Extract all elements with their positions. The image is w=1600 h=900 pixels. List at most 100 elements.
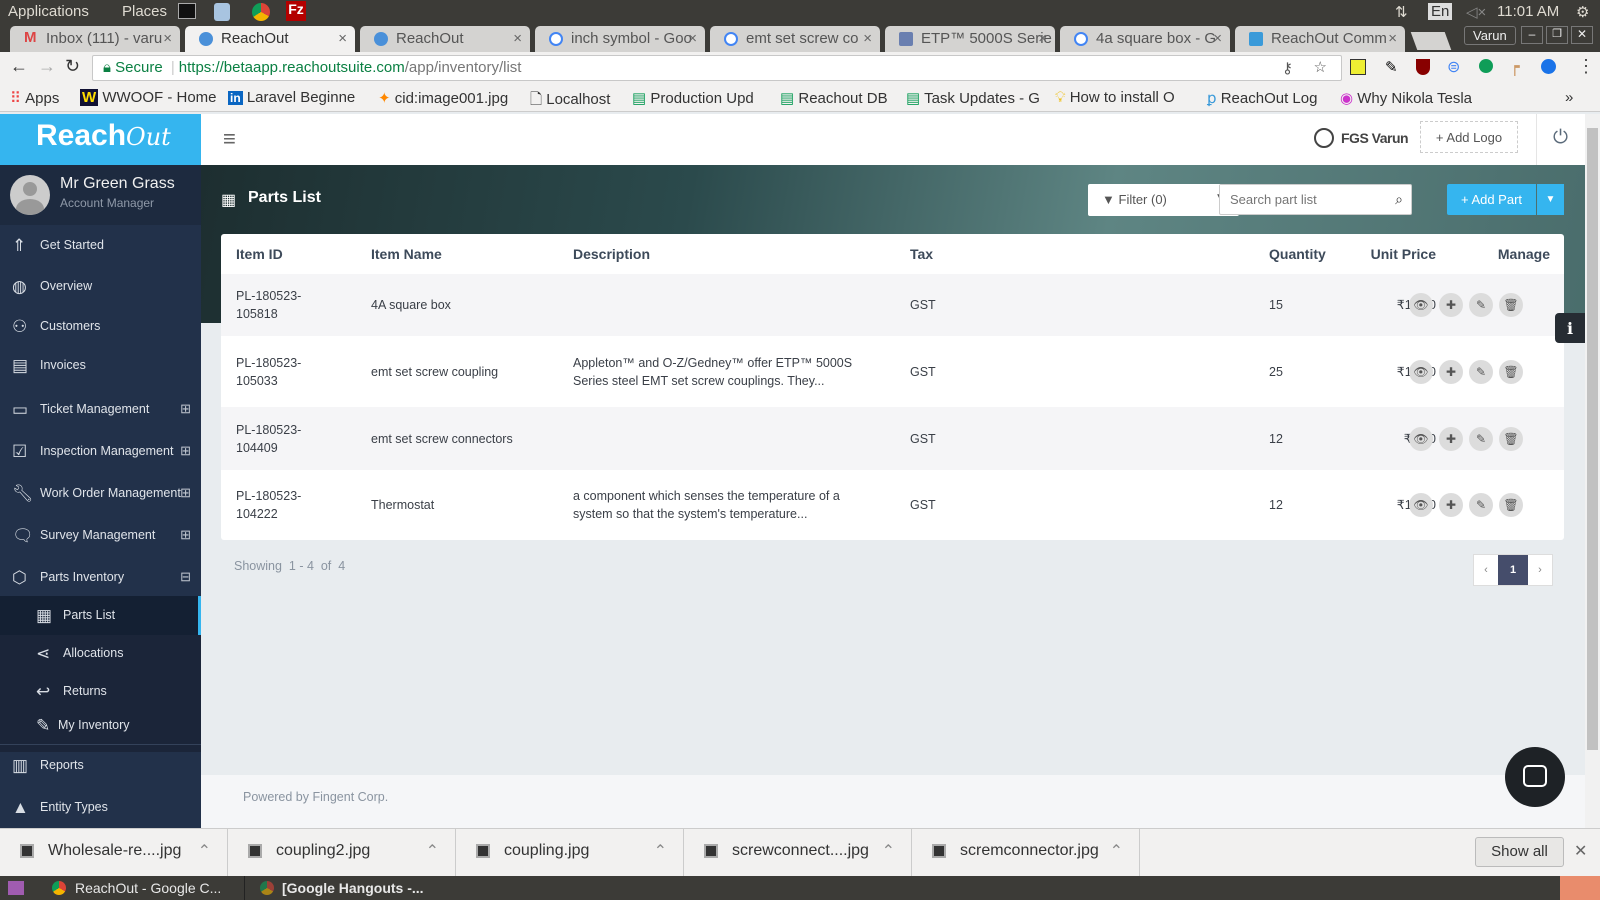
- add-logo-button[interactable]: + Add Logo: [1420, 121, 1518, 153]
- column-header[interactable]: Item Name: [371, 246, 442, 262]
- minimize-button[interactable]: –: [1521, 26, 1543, 44]
- new-tab-button[interactable]: [1410, 32, 1452, 50]
- filezilla-icon[interactable]: Fz: [286, 1, 306, 21]
- page-scrollbar[interactable]: [1585, 114, 1600, 828]
- reload-icon[interactable]: ↻: [65, 56, 80, 77]
- bookmark[interactable]: 💡︎ How to install O: [1055, 89, 1175, 106]
- browser-tab[interactable]: inch symbol - Goo ×: [535, 26, 705, 52]
- bookmark[interactable]: 🗋 Localhost: [530, 89, 610, 114]
- edit-pencil-button[interactable]: ✎: [1469, 493, 1493, 517]
- search-field[interactable]: ⌕: [1219, 184, 1412, 215]
- table-row[interactable]: PL-180523-105033 emt set screw coupling Ap…: [221, 336, 1564, 407]
- bookmark[interactable]: ▤ Production Upd: [632, 89, 754, 107]
- column-header[interactable]: Tax: [910, 246, 933, 262]
- column-header[interactable]: Quantity: [1269, 246, 1326, 262]
- browser-tab[interactable]: ReachOut Comm ×: [1235, 26, 1405, 52]
- download-item[interactable]: scremconnector.jpg ⌃: [912, 829, 1140, 877]
- download-item[interactable]: coupling2.jpg ⌃: [228, 829, 456, 877]
- close-tab-icon[interactable]: ×: [1038, 30, 1047, 47]
- delete-trash-button[interactable]: 🗑︎: [1499, 293, 1523, 317]
- close-tab-icon[interactable]: ×: [513, 30, 522, 47]
- bookmark[interactable]: ▤ Reachout DB: [780, 89, 888, 107]
- sidebar-item-ticket-management[interactable]: ▭ Ticket Management ⊞: [0, 390, 201, 430]
- browser-tab[interactable]: emt set screw co ×: [710, 26, 880, 52]
- view-button[interactable]: 👁︎: [1409, 493, 1433, 517]
- bookmark[interactable]: ꝑ ReachOut Log: [1207, 89, 1317, 107]
- next-page-button[interactable]: ›: [1528, 555, 1552, 585]
- sidebar-item-work-order-management[interactable]: 🔧︎ Work Order Management ⊞: [0, 474, 201, 514]
- close-tab-icon[interactable]: ×: [163, 30, 172, 47]
- table-row[interactable]: PL-180523-1058184A square boxGST₹12.0015…: [221, 274, 1564, 336]
- clock[interactable]: 11:01 AM: [1497, 3, 1559, 20]
- chrome-tray-icon[interactable]: [1560, 876, 1600, 900]
- volume-muted-icon[interactable]: ◁×: [1466, 3, 1486, 21]
- sidebar-item-customers[interactable]: ⚇ Customers: [0, 307, 201, 347]
- reachout-logo[interactable]: ReachOut: [0, 114, 201, 165]
- close-window-button[interactable]: ✕: [1571, 26, 1593, 44]
- close-tab-icon[interactable]: ×: [1213, 30, 1222, 47]
- edit-pencil-button[interactable]: ✎: [1469, 426, 1493, 451]
- bookmark[interactable]: ✦ cid:image001.jpg: [378, 89, 508, 107]
- hamburger-menu-icon[interactable]: ≡: [223, 126, 236, 152]
- edit-pencil-button[interactable]: ✎: [1469, 293, 1493, 317]
- bookmark-apps[interactable]: ⠿ Apps: [10, 89, 59, 107]
- files-icon[interactable]: [214, 3, 230, 21]
- account-name[interactable]: FGS Varun: [1341, 130, 1409, 146]
- filter-dropdown[interactable]: ▼ Filter (0)▼: [1088, 184, 1239, 216]
- eyedropper-extension-icon[interactable]: ✎: [1385, 58, 1398, 76]
- info-icon[interactable]: i: [1555, 313, 1585, 343]
- terminal-icon[interactable]: [178, 3, 196, 19]
- delete-trash-button[interactable]: 🗑︎: [1499, 426, 1523, 451]
- scrollbar-thumb[interactable]: [1587, 128, 1598, 750]
- taskbar-item[interactable]: [Google Hangouts -...: [250, 876, 455, 900]
- allocate-plus-button[interactable]: ✚: [1439, 426, 1463, 451]
- close-tab-icon[interactable]: ×: [863, 30, 872, 47]
- view-button[interactable]: 👁︎: [1409, 359, 1433, 384]
- network-icon[interactable]: ⇅: [1395, 3, 1408, 21]
- close-downloads-icon[interactable]: ✕: [1574, 841, 1587, 861]
- table-row[interactable]: PL-180523-104222 Thermostat a component wh…: [221, 470, 1564, 540]
- applications-menu[interactable]: Applications: [8, 3, 89, 20]
- user-profile[interactable]: Mr Green Grass Account Manager: [0, 165, 201, 225]
- language-indicator[interactable]: En: [1428, 3, 1453, 20]
- restore-button[interactable]: ❐: [1546, 26, 1568, 44]
- close-tab-icon[interactable]: ×: [338, 30, 347, 47]
- sidebar-item-overview[interactable]: ◍ Overview: [0, 267, 201, 307]
- places-menu[interactable]: Places: [122, 3, 167, 20]
- browser-tab[interactable]: M Inbox (111) - varu ×: [10, 26, 180, 52]
- delete-trash-button[interactable]: 🗑︎: [1499, 493, 1523, 517]
- allocate-plus-button[interactable]: ✚: [1439, 293, 1463, 317]
- chrome-icon[interactable]: [252, 3, 270, 21]
- key-icon[interactable]: ⚷: [1282, 59, 1293, 77]
- ublock-icon[interactable]: [1416, 59, 1430, 75]
- sidebar-item-parts-list[interactable]: ▦ Parts List: [0, 596, 201, 635]
- column-header[interactable]: Unit Price: [1371, 246, 1436, 262]
- edit-pencil-button[interactable]: ✎: [1469, 359, 1493, 384]
- sidebar-item-get-started[interactable]: ⇑ Get Started: [0, 226, 201, 266]
- search-input[interactable]: [1220, 185, 1380, 213]
- menu-kebab-icon[interactable]: ⋮: [1577, 56, 1595, 77]
- hangouts-icon[interactable]: [1479, 59, 1493, 73]
- show-all-button[interactable]: Show all: [1475, 837, 1564, 867]
- sidebar-item-invoices[interactable]: ▤ Invoices: [0, 346, 201, 386]
- extension-icon[interactable]: ┍: [1510, 57, 1520, 77]
- browser-tab[interactable]: 4a square box - G ×: [1060, 26, 1230, 52]
- extension-icon[interactable]: [1541, 59, 1556, 74]
- bookmark[interactable]: ◉ Why Nikola Tesla: [1340, 89, 1472, 107]
- browser-tab-active[interactable]: ReachOut ×: [185, 26, 355, 52]
- column-header[interactable]: Description: [573, 246, 650, 262]
- column-header[interactable]: Item ID: [236, 246, 283, 262]
- close-tab-icon[interactable]: ×: [1388, 30, 1397, 47]
- more-bookmarks-icon[interactable]: »: [1565, 89, 1573, 106]
- browser-tab[interactable]: ETP™ 5000S Serie ×: [885, 26, 1055, 52]
- workspace-icon[interactable]: [8, 881, 24, 895]
- add-part-button[interactable]: + Add Part: [1447, 184, 1536, 215]
- sidebar-item-survey-management[interactable]: 🗨︎ Survey Management ⊞: [0, 516, 201, 556]
- bookmark[interactable]: W WWOOF - Home: [80, 89, 217, 106]
- sidebar-item-parts-inventory[interactable]: ⬡ Parts Inventory ⊟: [0, 558, 201, 598]
- profile-button[interactable]: Varun: [1464, 26, 1516, 45]
- forward-icon[interactable]: →: [38, 56, 56, 77]
- sidebar-item-inspection-management[interactable]: ☑ Inspection Management ⊞: [0, 432, 201, 472]
- bookmark[interactable]: in Laravel Beginne: [228, 89, 355, 106]
- view-button[interactable]: 👁︎: [1409, 293, 1433, 317]
